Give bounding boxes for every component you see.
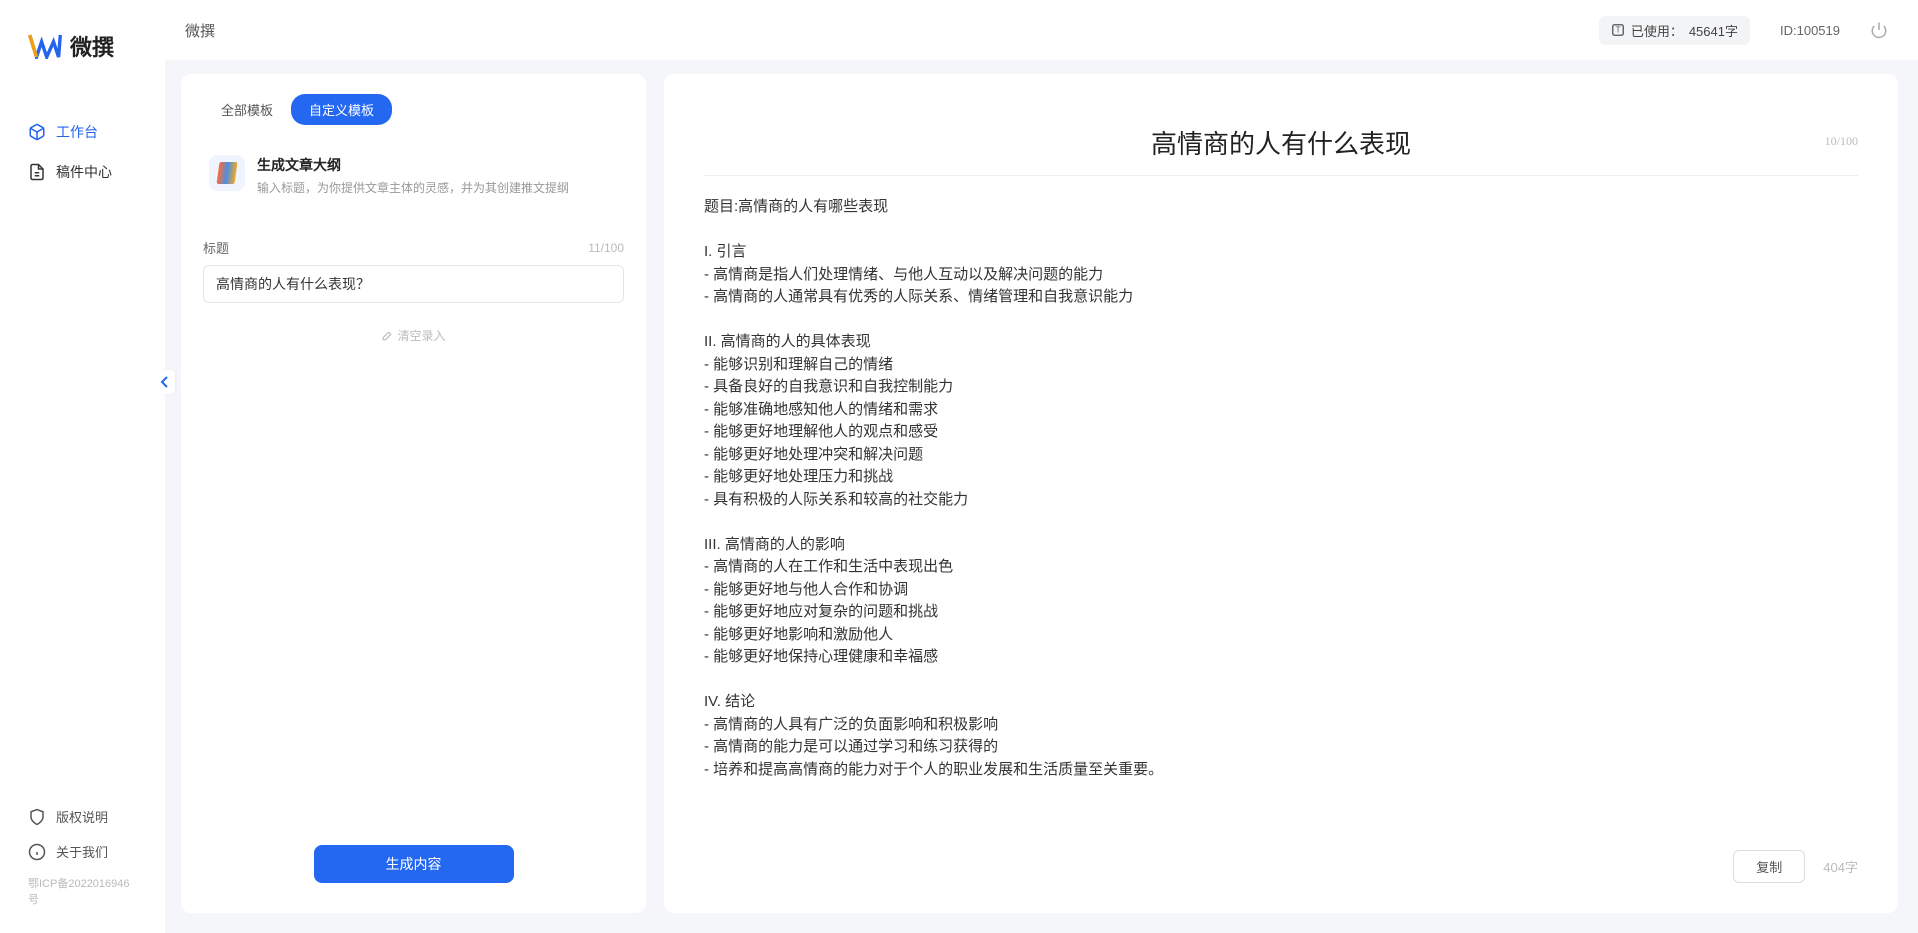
output-footer: 复制 404字 [1733,850,1858,883]
field-label: 标题 [203,238,229,257]
main: 全部模板 自定义模板 生成文章大纲 输入标题，为你提供文章主体的灵感，并为其创建… [165,60,1918,933]
eraser-icon [381,330,393,342]
panel-output: 高情商的人有什么表现 10/100 题目:高情商的人有哪些表现 I. 引言 - … [664,74,1898,913]
document-icon [28,163,46,181]
output-title-count: 10/100 [1825,134,1858,149]
template-icon [209,155,245,191]
svg-text:T: T [1615,26,1620,35]
cube-icon [28,123,46,141]
nav-item-label: 工作台 [56,122,98,142]
output-body: 题目:高情商的人有哪些表现 I. 引言 - 高情商是指人们处理情绪、与他人互动以… [704,196,1858,781]
nav-item-label: 稿件中心 [56,162,112,182]
panel-input: 全部模板 自定义模板 生成文章大纲 输入标题，为你提供文章主体的灵感，并为其创建… [181,74,646,913]
usage-value: 45641字 [1689,21,1738,40]
template-tabs: 全部模板 自定义模板 [203,94,624,125]
tab-all-templates[interactable]: 全部模板 [203,94,291,125]
char-count: 11/100 [588,241,624,255]
field-label-row: 标题 11/100 [203,238,624,257]
word-count: 404字 [1823,857,1858,876]
icp-text: 鄂ICP备2022016946号 [0,869,165,913]
output-title: 高情商的人有什么表现 10/100 [704,104,1858,175]
usage-pill[interactable]: T 已使用： 45641字 [1599,16,1750,45]
topbar-right: T 已使用： 45641字 ID:100519 [1599,16,1888,45]
logo[interactable]: 微撰 [0,30,165,112]
bottom-nav: 版权说明 关于我们 鄂ICP备2022016946号 [0,799,165,913]
template-card[interactable]: 生成文章大纲 输入标题，为你提供文章主体的灵感，并为其创建推文提纲 [203,145,624,212]
logo-text: 微撰 [70,30,114,62]
template-info: 生成文章大纲 输入标题，为你提供文章主体的灵感，并为其创建推文提纲 [257,155,618,196]
tab-custom-templates[interactable]: 自定义模板 [291,94,392,125]
template-title: 生成文章大纲 [257,155,618,175]
nav-item-workspace[interactable]: 工作台 [0,112,165,152]
usage-label: 已使用： [1631,21,1683,40]
nav-item-drafts[interactable]: 稿件中心 [0,152,165,192]
clear-button[interactable]: 清空录入 [203,327,624,344]
power-icon[interactable] [1870,21,1888,39]
sidebar: 微撰 工作台 稿件中心 版权说明 关于我们 鄂ICP备2022016946号 [0,0,165,933]
topbar-title: 微撰 [185,20,215,41]
nav-item-copyright[interactable]: 版权说明 [0,799,165,834]
shield-icon [28,808,46,826]
logo-icon [28,33,62,59]
output-divider [704,175,1858,176]
user-id: ID:100519 [1780,23,1840,38]
text-icon: T [1611,23,1625,37]
nav-list: 工作台 稿件中心 [0,112,165,799]
nav-item-about[interactable]: 关于我们 [0,834,165,869]
template-desc: 输入标题，为你提供文章主体的灵感，并为其创建推文提纲 [257,179,618,196]
title-input[interactable] [203,265,624,303]
nav-item-label: 版权说明 [56,807,108,826]
generate-button[interactable]: 生成内容 [314,845,514,883]
topbar: 微撰 T 已使用： 45641字 ID:100519 [165,0,1918,60]
nav-item-label: 关于我们 [56,842,108,861]
info-icon [28,843,46,861]
clear-label: 清空录入 [397,327,445,344]
copy-button[interactable]: 复制 [1733,850,1805,883]
